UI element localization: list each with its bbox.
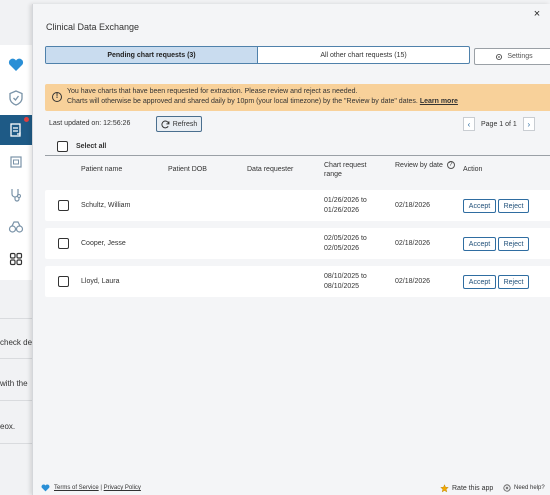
refresh-button[interactable]: Refresh [156,116,202,132]
app-sidebar [0,45,32,280]
settings-button[interactable]: Settings [474,48,550,65]
need-help-button[interactable]: Need help? [503,484,545,492]
table-row: Schultz, William 01/26/2026 to 01/26/202… [45,190,550,221]
tab-all-other-chart-requests[interactable]: All other chart requests (15) [258,47,469,63]
prev-page-icon[interactable]: ‹ [463,117,475,131]
heart-logo-icon [41,484,50,492]
panel-title: Clinical Data Exchange [46,22,140,32]
review-by-date-label: Review by date [395,162,443,169]
close-button[interactable]: × [531,8,543,20]
learn-more-link[interactable]: Learn more [420,98,458,105]
accept-button[interactable]: Accept [463,275,496,289]
column-header-patient-name: Patient name [81,166,123,173]
column-header-action: Action [463,166,483,173]
review-by-date: 02/18/2026 [395,202,431,209]
patient-name: Lloyd, Laura [81,278,120,285]
footer-separator: | [100,485,102,491]
rate-app-button[interactable]: Rate this app [440,484,493,493]
binoculars-icon[interactable] [6,217,26,237]
footer-links: Terms of Service | Privacy Policy [54,485,141,491]
help-circle-x-icon [503,484,511,492]
tab-pending-chart-requests[interactable]: Pending chart requests (3) [46,47,258,63]
banner-line-2-text: Charts will otherwise be approved and sh… [67,98,418,105]
column-header-data-requester: Data requester [247,166,294,173]
stethoscope-icon[interactable] [6,185,26,205]
heart-logo-icon[interactable] [6,55,26,75]
column-header-review-by-date: Review by date ? [395,161,455,170]
help-circle-icon[interactable]: ? [446,161,455,170]
table-row: Lloyd, Laura 08/10/2025 to 08/10/2025 02… [45,266,550,297]
range-from: 01/26/2026 to [324,197,367,204]
select-all-row: Select all [45,139,550,156]
info-banner: ! You have charts that have been request… [45,84,550,111]
range-to: 08/10/2025 [324,283,360,290]
row-checkbox[interactable] [58,238,69,249]
range-to: 02/05/2026 [324,245,360,252]
last-updated-text: Last updated on: 12:56:26 [49,120,131,127]
privacy-policy-link[interactable]: Privacy Policy [104,485,141,491]
next-page-icon[interactable]: › [522,117,535,131]
accept-button[interactable]: Accept [463,199,496,213]
apps-grid-icon[interactable] [6,249,26,269]
reject-button[interactable]: Reject [498,237,529,251]
terms-of-service-link[interactable]: Terms of Service [54,485,99,491]
row-checkbox[interactable] [58,276,69,287]
settings-label: Settings [507,53,533,60]
column-header-patient-dob: Patient DOB [168,166,207,173]
bg-text-fragment: with the [0,379,28,388]
bg-text-fragment: eox. [0,422,16,431]
review-by-date: 02/18/2026 [395,278,431,285]
column-header-chart-request-range: Chart request range [324,162,367,178]
range-from: 08/10/2025 to [324,273,367,280]
clinical-data-exchange-panel: Clinical Data Exchange × Pending chart r… [32,4,550,495]
row-checkbox[interactable] [58,200,69,211]
gear-icon [496,53,503,60]
refresh-label: Refresh [172,120,198,128]
banner-line-1: You have charts that have been requested… [67,88,358,95]
refresh-icon [161,120,170,128]
star-icon [440,484,449,493]
rate-app-label: Rate this app [452,485,494,492]
range-from: 02/05/2026 to [324,235,367,242]
patient-name: Cooper, Jesse [81,240,126,247]
reject-button[interactable]: Reject [498,199,529,213]
range-to: 01/26/2026 [324,207,360,214]
select-all-checkbox[interactable] [57,141,68,152]
panel-footer: Terms of Service | Privacy Policy Rate t… [33,482,550,495]
review-by-date: 02/18/2026 [395,240,431,247]
id-card-icon[interactable] [6,152,26,172]
info-icon: ! [52,92,62,102]
select-all-label: Select all [76,143,107,150]
request-tabs: Pending chart requests (3) All other cha… [45,46,470,64]
need-help-label: Need help? [514,485,545,491]
chart-exchange-icon[interactable] [0,115,32,145]
page-label: Page 1 of 1 [481,120,517,128]
table-row: Cooper, Jesse 02/05/2026 to 02/05/2026 0… [45,228,550,259]
patient-name: Schultz, William [81,202,131,209]
accept-button[interactable]: Accept [463,237,496,251]
pagination: ‹ Page 1 of 1 › [463,117,535,131]
bg-text-fragment: check de [0,338,33,347]
banner-line-2: Charts will otherwise be approved and sh… [67,97,458,107]
reject-button[interactable]: Reject [498,275,529,289]
shield-check-icon[interactable] [6,88,26,108]
notification-dot [24,117,29,122]
